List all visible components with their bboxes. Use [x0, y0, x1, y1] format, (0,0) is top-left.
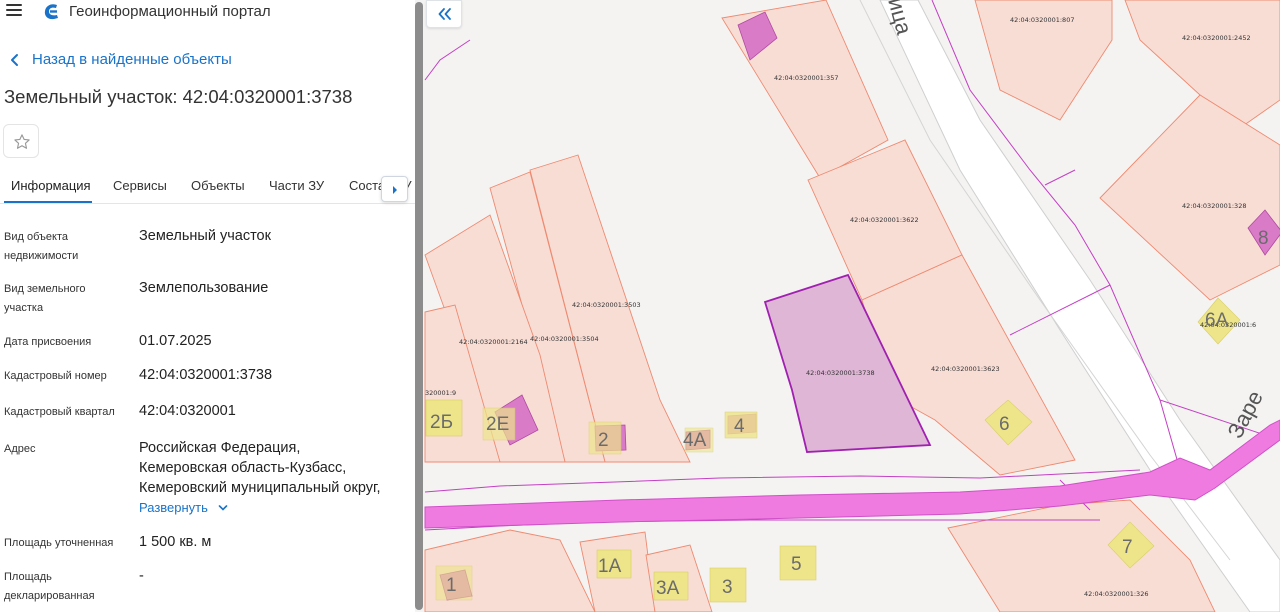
prop-label-parcel-type: Вид земельного участка: [4, 283, 86, 314]
house-number-6a: 6А: [1205, 310, 1229, 331]
prop-value-address-line-3: Кемеровский муниципальный округ,: [139, 480, 381, 496]
prop-label-assignment-date: Дата присвоения: [4, 336, 92, 348]
cadastral-label-3622: 42:04:0320001:3622: [850, 216, 919, 224]
prop-label-object-type: Вид объекта недвижимости: [4, 231, 79, 262]
prop-label-specified-area: Площадь уточненная: [4, 537, 114, 549]
cadastral-label-2452: 42:04:0320001:2452: [1182, 34, 1251, 42]
hamburger-icon[interactable]: [6, 4, 22, 18]
prop-label-cadastral-number: Кадастровый номер: [4, 370, 107, 382]
caret-right-icon: [393, 186, 397, 194]
house-number-1: 1: [446, 575, 457, 596]
star-icon: [14, 134, 30, 149]
page-title: Земельный участок: 42:04:0320001:3738: [4, 86, 353, 107]
double-chevron-left-icon: [438, 8, 451, 20]
chevron-left-icon: [11, 53, 18, 66]
collapse-panel-button[interactable]: [426, 0, 462, 28]
prop-value-declared-area: -: [139, 568, 144, 584]
boundary-line-3: [1044, 169, 1076, 186]
cadastral-label-2164: 42:04:0320001:2164: [459, 338, 528, 346]
prop-value-assignment-date: 01.07.2025: [139, 333, 212, 349]
prop-value-parcel-type: Землепользование: [139, 280, 269, 296]
map-view[interactable]: 42:04:0320001:357 42:04:0320001:807 42:0…: [423, 0, 1280, 612]
prop-value-cadastral-number: 42:04:0320001:3738: [139, 367, 273, 383]
house-number-2b: 2Б: [430, 412, 453, 433]
house-number-2e: 2Е: [486, 414, 509, 435]
prop-label-address: Адрес: [4, 443, 36, 455]
tabs-scroll-right-button[interactable]: [381, 176, 408, 202]
prop-value-address-line-1: Российская Федерация,: [139, 440, 301, 456]
tab-parcel-parts[interactable]: Части ЗУ: [269, 178, 324, 193]
favorite-button[interactable]: [3, 124, 39, 158]
cadastral-label-3503: 42:04:0320001:3503: [572, 301, 641, 309]
cadastral-label-3738: 42:04:0320001:3738: [806, 369, 875, 377]
map-canvas[interactable]: 42:04:0320001:357 42:04:0320001:807 42:0…: [423, 0, 1280, 612]
expand-label: Развернуть: [139, 500, 208, 515]
house-number-6: 6: [999, 414, 1010, 435]
prop-value-address-line-2: Кемеровская область-Кузбасс,: [139, 460, 347, 476]
active-tab-indicator: [4, 201, 92, 203]
cadastral-label-3504: 42:04:0320001:3504: [530, 335, 599, 343]
tab-objects[interactable]: Объекты: [191, 178, 245, 193]
top-bar: Геоинформационный портал: [0, 0, 415, 26]
parcel-326[interactable]: [947, 499, 1216, 612]
house-number-5: 5: [791, 554, 802, 575]
back-to-results-link[interactable]: Назад в найденные объекты: [8, 51, 232, 68]
chevron-down-icon: [218, 504, 228, 511]
portal-logo-icon: [44, 4, 58, 20]
tab-information[interactable]: Информация: [11, 178, 91, 193]
house-number-3: 3: [722, 577, 733, 598]
house-number-4: 4: [734, 416, 745, 437]
cadastral-label-328: 42:04:0320001:328: [1182, 202, 1246, 210]
app-title: Геоинформационный портал: [69, 3, 271, 20]
cadastral-label-9: 320001:9: [425, 389, 456, 397]
tab-bar: Информация Сервисы Объекты Части ЗУ Сост…: [0, 170, 415, 204]
sidebar-scrollbar-thumb[interactable]: [415, 2, 423, 610]
prop-label-declared-area: Площадь декларированная: [4, 571, 95, 602]
cadastral-label-807: 42:04:0320001:807: [1010, 16, 1074, 24]
house-number-3a: 3А: [656, 578, 680, 599]
sidebar-scrollbar[interactable]: [415, 0, 423, 612]
house-number-4a: 4А: [683, 430, 707, 451]
tab-services[interactable]: Сервисы: [113, 178, 167, 193]
house-number-7: 7: [1122, 537, 1133, 558]
cadastral-label-326: 42:04:0320001:326: [1084, 590, 1148, 598]
cadastral-label-357: 42:04:0320001:357: [774, 74, 838, 82]
parcel-328[interactable]: [1099, 94, 1280, 301]
house-number-1a: 1А: [598, 556, 622, 577]
cadastral-label-3623: 42:04:0320001:3623: [931, 365, 1000, 373]
prop-value-specified-area: 1 500 кв. м: [139, 534, 212, 550]
expand-address-link[interactable]: Развернуть: [139, 500, 228, 515]
house-number-2: 2: [598, 430, 609, 451]
prop-value-cadastral-block: 42:04:0320001: [139, 403, 236, 419]
prop-value-object-type: Земельный участок: [139, 228, 271, 244]
boundary-line-2: [424, 39, 471, 81]
prop-label-cadastral-block: Кадастровый квартал: [4, 406, 115, 418]
back-label: Назад в найденные объекты: [32, 51, 232, 68]
house-number-8: 8: [1258, 228, 1269, 249]
info-panel: Геоинформационный портал Назад в найденн…: [0, 0, 415, 612]
